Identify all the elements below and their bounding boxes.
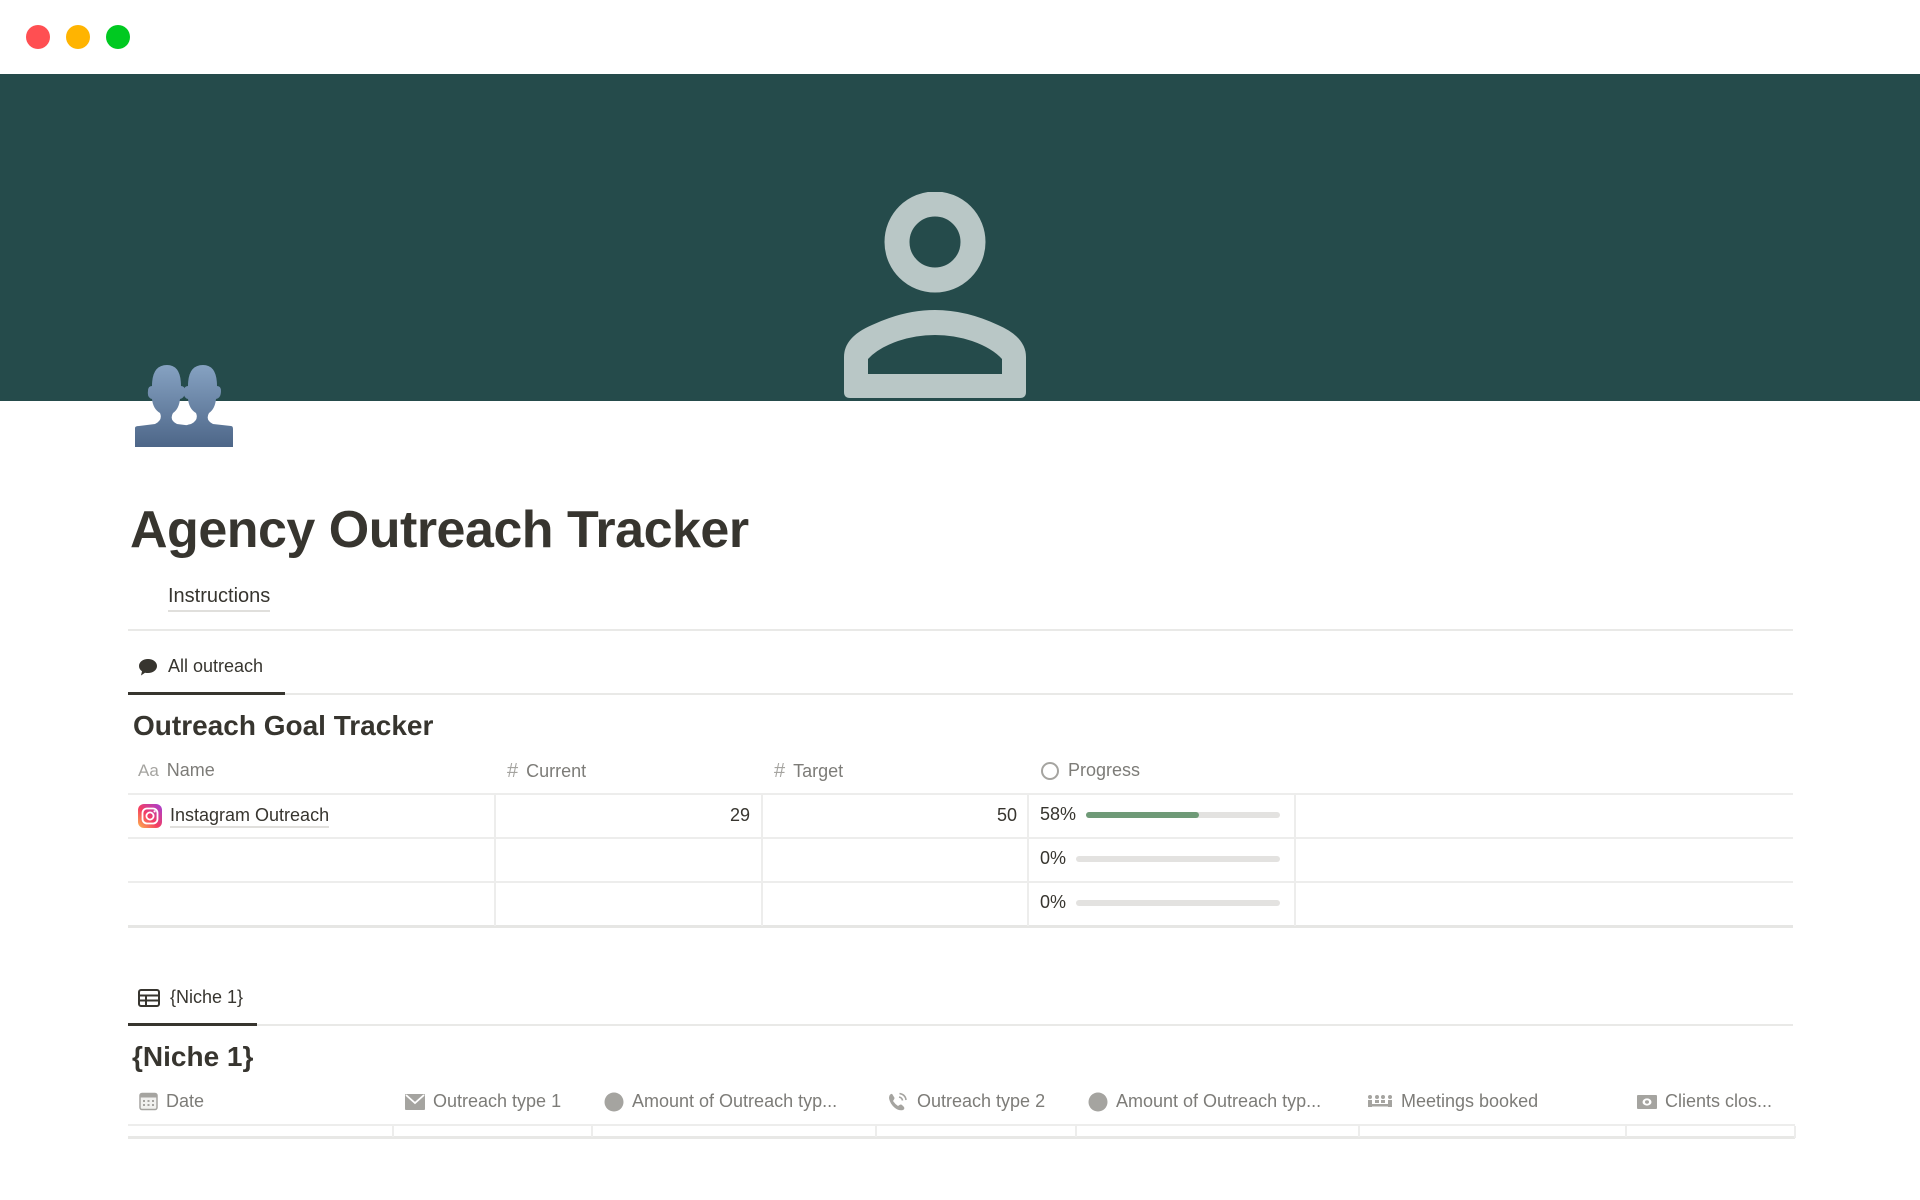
column-divider (1625, 1126, 1627, 1137)
page-title[interactable]: Agency Outreach Tracker (130, 500, 749, 560)
column-divider (1075, 1126, 1077, 1137)
column-header-name[interactable]: Aa Name (138, 760, 215, 781)
table-row-name[interactable]: Instagram Outreach (138, 804, 330, 828)
text-property-icon: Aa (138, 760, 159, 780)
tab-all-outreach[interactable]: All outreach (138, 656, 263, 677)
table-row-border (128, 793, 1793, 795)
column-header-amount-outreach-1[interactable]: Amount of Outreach typ... (604, 1091, 837, 1112)
column-divider (875, 1126, 877, 1137)
table-cell-current[interactable]: 29 (500, 805, 750, 826)
progress-cell: 58% (1040, 804, 1281, 825)
number-property-icon: # (774, 760, 786, 782)
progress-bar-fill (1086, 811, 1199, 818)
column-header-meetings-booked[interactable]: Meetings booked (1367, 1091, 1538, 1112)
busts-in-silhouette-icon[interactable] (133, 363, 235, 449)
progress-label: 0% (1040, 892, 1067, 912)
active-tab-indicator (128, 1023, 257, 1026)
instagram-icon (138, 804, 162, 828)
column-divider (494, 795, 496, 926)
column-header-outreach-type-1[interactable]: Outreach type 1 (405, 1091, 561, 1112)
number-property-icon: # (507, 760, 519, 782)
window-titlebar (0, 0, 1920, 74)
column-header-amount-outreach-2[interactable]: Amount of Outreach typ... (1088, 1091, 1321, 1112)
column-header-progress[interactable]: Progress (1040, 760, 1140, 781)
circle-progress-icon (1041, 761, 1059, 780)
column-divider (1794, 1126, 1796, 1138)
column-header-current[interactable]: # Current (507, 760, 586, 783)
progress-cell: 0% (1040, 848, 1281, 869)
circle-icon (1088, 1092, 1108, 1111)
table-bottom-border (128, 1136, 1795, 1139)
calendar-icon (139, 1092, 158, 1111)
column-divider (392, 1126, 394, 1137)
column-header-clients-closed[interactable]: Clients clos... (1637, 1091, 1772, 1112)
person-outline-icon (844, 192, 1026, 398)
table-row-border (128, 837, 1793, 839)
table-icon (138, 988, 160, 1007)
instructions-link[interactable]: Instructions (168, 585, 271, 612)
tab-bar-line (128, 1024, 1793, 1026)
active-tab-indicator (128, 692, 285, 695)
column-divider (1358, 1126, 1360, 1137)
progress-label: 58% (1040, 804, 1077, 824)
table-bottom-border (128, 925, 1793, 928)
phone-icon (889, 1092, 907, 1110)
maximize-window-button[interactable] (106, 25, 130, 49)
meeting-icon (1368, 1094, 1392, 1107)
close-window-button[interactable] (26, 25, 50, 49)
column-divider (1027, 795, 1029, 926)
speech-bubble-icon (139, 658, 157, 675)
column-header-date[interactable]: Date (139, 1091, 204, 1112)
table-row-border (128, 1124, 1795, 1126)
progress-label: 0% (1040, 848, 1067, 868)
tab-niche-1[interactable]: {Niche 1} (138, 987, 243, 1008)
page-cover[interactable] (0, 74, 1920, 401)
progress-bar-track (1086, 811, 1281, 818)
column-header-outreach-type-2[interactable]: Outreach type 2 (887, 1091, 1045, 1112)
column-divider (761, 795, 763, 926)
progress-bar-track (1076, 899, 1281, 906)
column-divider (1294, 795, 1296, 926)
goal-tracker-title[interactable]: Outreach Goal Tracker (133, 710, 433, 742)
money-icon (1637, 1094, 1657, 1109)
table-cell-target[interactable]: 50 (767, 805, 1017, 826)
circle-icon (604, 1092, 624, 1111)
column-divider (591, 1126, 593, 1137)
table-row-border (128, 881, 1793, 883)
envelope-icon (405, 1093, 425, 1110)
progress-cell: 0% (1040, 892, 1281, 913)
niche-table-title[interactable]: {Niche 1} (132, 1041, 253, 1073)
minimize-window-button[interactable] (66, 25, 90, 49)
column-header-target[interactable]: # Target (774, 760, 843, 783)
tab-label: All outreach (168, 656, 264, 676)
tab-label: {Niche 1} (170, 987, 244, 1007)
progress-bar-track (1076, 855, 1281, 862)
tab-bar-line (128, 693, 1793, 695)
section-divider (128, 629, 1793, 631)
